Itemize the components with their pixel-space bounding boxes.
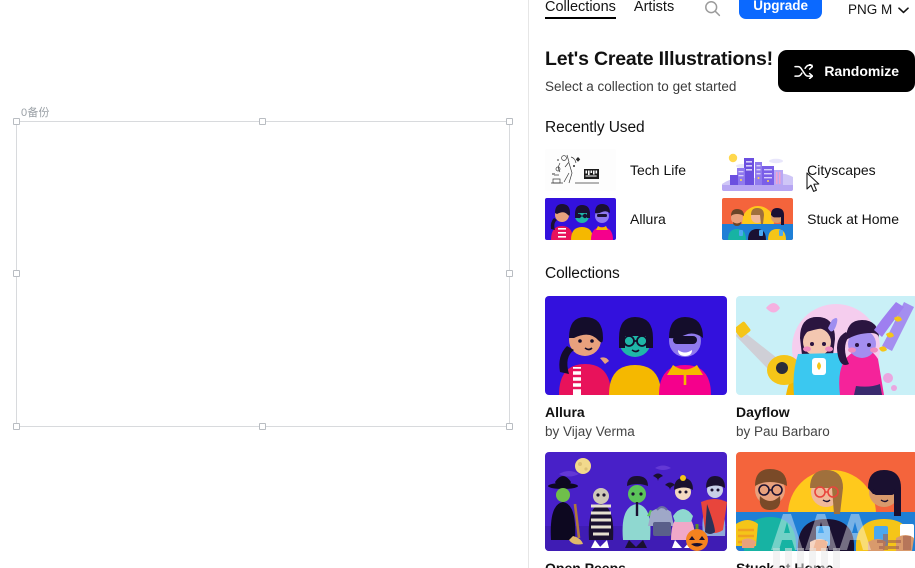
collections-title: Collections — [545, 265, 620, 283]
thumbnail-cityscapes — [722, 149, 794, 192]
recently-used-title: Recently Used — [545, 119, 645, 137]
hero-section: Let's Create Illustrations! Select a col… — [545, 19, 915, 94]
selection-label: 0备份 — [21, 107, 50, 119]
recent-item-cityscapes[interactable]: Cityscapes — [722, 149, 899, 192]
thumbnail-tech-life — [545, 149, 616, 192]
randomize-button[interactable]: Randomize — [778, 50, 915, 92]
collection-card-allura[interactable]: Allura by Vijay Verma — [545, 296, 727, 439]
panel-tabs: Collections Artists — [545, 0, 674, 19]
panel-header: Collections Artists Upgrade PNG M — [529, 0, 915, 19]
resize-handle-ne[interactable] — [506, 118, 513, 125]
recent-item-label: Cityscapes — [807, 162, 876, 179]
recently-used-grid: Tech Life Cityscapes Allura Stuck at Hom… — [545, 149, 899, 241]
resize-handle-e[interactable] — [506, 270, 513, 277]
selection-bounding-box[interactable] — [13, 118, 513, 430]
collection-card-title: Open Peeps — [545, 560, 727, 568]
thumbnail-allura — [545, 198, 616, 241]
collection-card-author: by Vijay Verma — [545, 424, 635, 440]
search-icon — [704, 0, 721, 17]
recent-item-label: Allura — [630, 211, 666, 228]
shuffle-icon — [794, 63, 814, 79]
collection-card-title: Dayflow — [736, 404, 790, 421]
tab-collections[interactable]: Collections — [545, 0, 616, 19]
format-select-value: PNG M — [847, 2, 893, 17]
resize-handle-sw[interactable] — [13, 423, 20, 430]
tab-artists[interactable]: Artists — [634, 0, 674, 19]
thumbnail-dayflow-large — [736, 296, 915, 396]
randomize-label: Randomize — [824, 63, 899, 79]
recent-item-label: Tech Life — [630, 162, 687, 179]
resize-handle-n[interactable] — [259, 118, 266, 125]
thumbnail-allura-large — [545, 296, 727, 396]
illustrations-panel: Collections Artists Upgrade PNG M Let's … — [528, 0, 915, 568]
resize-handle-nw[interactable] — [13, 118, 20, 125]
collection-card-stuck-at-home[interactable]: Stuck at Home — [736, 452, 915, 568]
recent-item-label: Stuck at Home — [807, 211, 899, 228]
collection-card-title: Stuck at Home — [736, 560, 915, 568]
chevron-down-icon — [898, 2, 910, 17]
collections-grid: Allura by Vijay Verma Dayflow by Pau Bar… — [545, 296, 915, 568]
page-subtitle: Select a collection to get started — [545, 79, 737, 95]
upgrade-button[interactable]: Upgrade — [739, 0, 822, 19]
collection-card-open-peeps[interactable]: Open Peeps — [545, 452, 727, 568]
thumbnail-stuck-at-home — [722, 198, 794, 241]
recent-item-allura[interactable]: Allura — [545, 198, 716, 241]
resize-handle-s[interactable] — [259, 423, 266, 430]
resize-handle-se[interactable] — [506, 423, 513, 430]
recent-item-stuck-at-home[interactable]: Stuck at Home — [722, 198, 899, 241]
panel-body: Let's Create Illustrations! Select a col… — [529, 19, 915, 568]
thumbnail-open-peeps-large — [545, 452, 727, 552]
app-root: 0备份 Collections Artists Upgrade PNG M Le… — [0, 0, 915, 568]
recent-item-tech-life[interactable]: Tech Life — [545, 149, 716, 192]
collection-card-author: by Pau Barbaro — [736, 424, 830, 440]
collection-card-title: Allura — [545, 404, 585, 421]
design-canvas[interactable]: 0备份 — [0, 0, 528, 568]
search-button[interactable] — [704, 0, 721, 19]
page-title: Let's Create Illustrations! — [545, 48, 773, 70]
hero-text: Let's Create Illustrations! Select a col… — [545, 48, 773, 94]
format-select[interactable]: PNG M — [847, 2, 910, 19]
collection-card-dayflow[interactable]: Dayflow by Pau Barbaro — [736, 296, 915, 439]
thumbnail-stuck-at-home-large — [736, 452, 915, 552]
resize-handle-w[interactable] — [13, 270, 20, 277]
